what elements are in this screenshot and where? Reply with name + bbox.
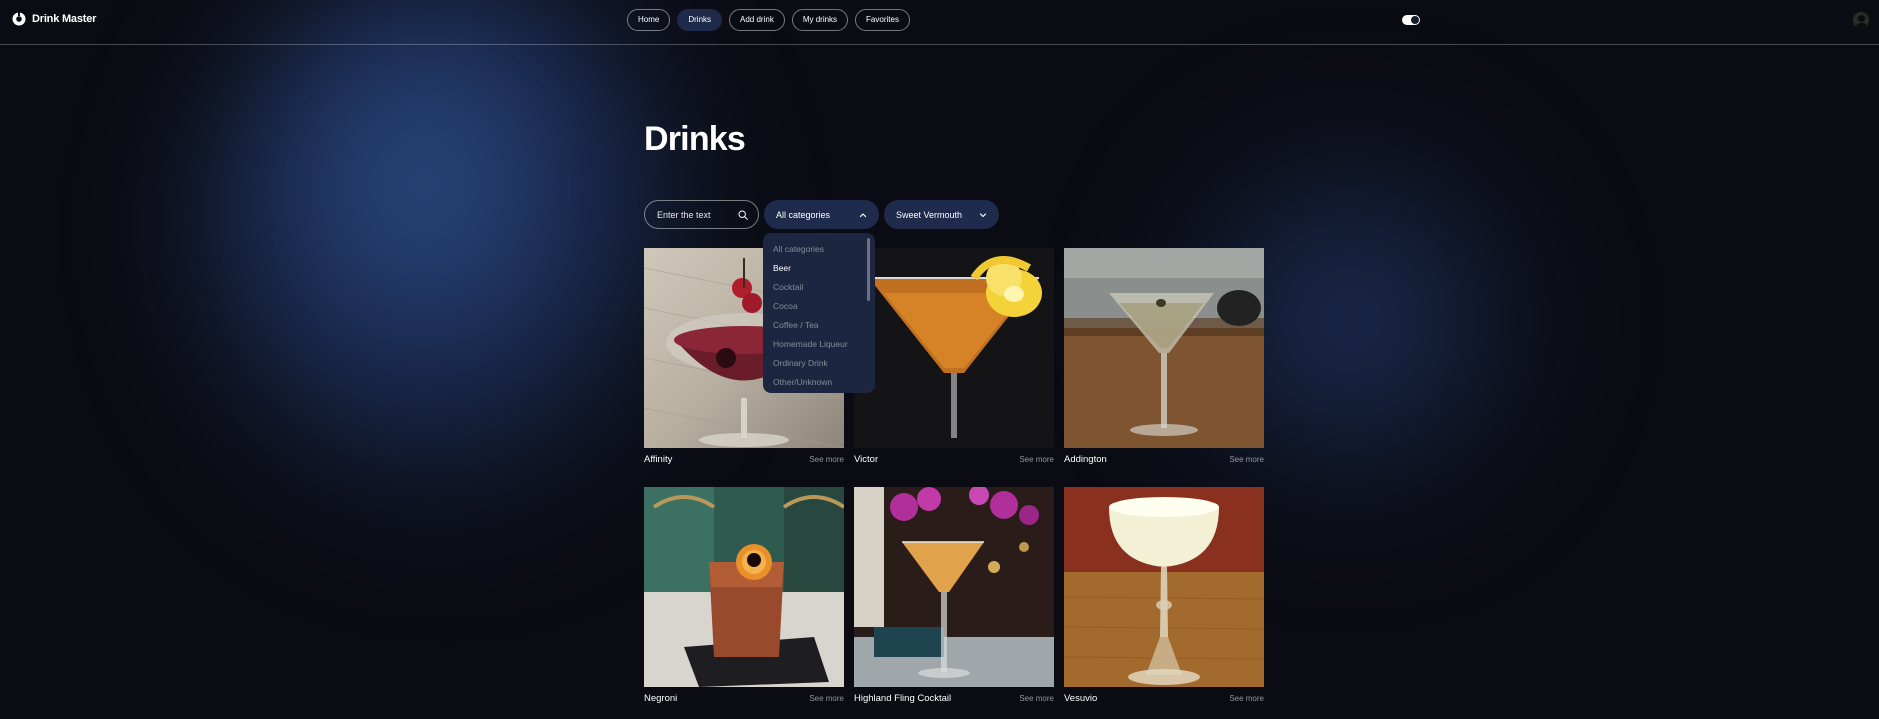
see-more-link[interactable]: See more	[1019, 455, 1054, 464]
drink-card-footer: Victor See more	[854, 448, 1054, 470]
logo[interactable]: Drink Master	[12, 12, 96, 26]
drink-name: Negroni	[644, 692, 678, 704]
drink-card-footer: Highland Fling Cocktail See more	[854, 687, 1054, 709]
drink-image[interactable]	[854, 487, 1054, 687]
main-nav: Home Drinks Add drink My drinks Favorite…	[627, 9, 910, 31]
drink-card: Highland Fling Cocktail See more	[854, 487, 1054, 709]
drink-name: Highland Fling Cocktail	[854, 692, 952, 704]
drink-name: Addington	[1064, 453, 1107, 465]
category-options: All categories Beer Cocktail Cocoa Coffe…	[773, 241, 848, 393]
category-option[interactable]: Other/Unknown	[773, 374, 848, 393]
drink-card-footer: Vesuvio See more	[1064, 687, 1264, 709]
see-more-link[interactable]: See more	[1229, 694, 1264, 703]
drink-card-footer: Negroni See more	[644, 687, 844, 709]
see-more-link[interactable]: See more	[1019, 694, 1054, 703]
theme-toggle[interactable]	[1402, 15, 1420, 25]
drink-photo-highland-fling	[854, 487, 1054, 687]
logo-text: Drink Master	[32, 13, 97, 25]
avatar-head	[1858, 15, 1865, 22]
category-select[interactable]: All categories	[764, 200, 879, 229]
nav-favorites[interactable]: Favorites	[855, 9, 910, 31]
drink-card-footer: Addington See more	[1064, 448, 1264, 470]
search-box[interactable]	[644, 200, 759, 229]
see-more-link[interactable]: See more	[809, 694, 844, 703]
category-option[interactable]: Cocktail	[773, 279, 848, 298]
drinks-grid: Affinity See more Victor See more Adding…	[644, 248, 1264, 709]
drink-name: Vesuvio	[1064, 692, 1098, 704]
nav-my-drinks[interactable]: My drinks	[791, 9, 849, 31]
background-glow-left	[190, 0, 710, 520]
drink-card-footer: Affinity See more	[644, 448, 844, 470]
top-header: Drink Master Home Drinks Add drink My dr…	[0, 0, 1879, 45]
see-more-link[interactable]: See more	[809, 455, 844, 464]
drink-card: Victor See more	[854, 248, 1054, 470]
drink-image[interactable]	[1064, 248, 1264, 448]
drink-card: Negroni See more	[644, 487, 844, 709]
category-option[interactable]: Beer	[773, 260, 848, 279]
chevron-up-icon	[859, 212, 867, 217]
drink-image[interactable]	[1064, 487, 1264, 687]
drink-photo-negroni	[644, 487, 844, 687]
logo-icon	[12, 12, 26, 26]
drink-card: Vesuvio See more	[1064, 487, 1264, 709]
nav-add-drink[interactable]: Add drink	[729, 9, 785, 31]
page-title: Drinks	[644, 120, 746, 158]
category-select-value: All categories	[776, 209, 831, 220]
drink-photo-addington	[1064, 248, 1264, 448]
drink-name: Affinity	[644, 453, 673, 465]
category-dropdown: All categories Beer Cocktail Cocoa Coffe…	[763, 233, 875, 393]
filters-bar: All categories Sweet Vermouth	[644, 200, 999, 229]
search-input[interactable]	[657, 209, 738, 220]
ingredient-select-value: Sweet Vermouth	[896, 209, 963, 220]
category-option[interactable]: Coffee / Tea	[773, 317, 848, 336]
drink-image[interactable]	[854, 248, 1054, 448]
drink-image[interactable]	[644, 487, 844, 687]
dropdown-scrollbar[interactable]	[867, 238, 870, 301]
category-option[interactable]: Homemade Liqueur	[773, 336, 848, 355]
nav-home[interactable]: Home	[627, 9, 671, 31]
ingredient-select[interactable]: Sweet Vermouth	[884, 200, 999, 229]
drink-name: Victor	[854, 453, 879, 465]
see-more-link[interactable]: See more	[1229, 455, 1264, 464]
nav-drinks[interactable]: Drinks	[677, 9, 723, 31]
chevron-down-icon	[979, 212, 987, 217]
category-option[interactable]: All categories	[773, 241, 848, 260]
avatar-body	[1855, 23, 1868, 28]
user-avatar[interactable]	[1852, 11, 1870, 29]
drink-photo-victor	[854, 248, 1054, 448]
drink-photo-vesuvio	[1064, 487, 1264, 687]
search-icon[interactable]	[738, 209, 748, 220]
theme-toggle-knob	[1411, 16, 1419, 24]
category-option[interactable]: Cocoa	[773, 298, 848, 317]
drink-card: Addington See more	[1064, 248, 1264, 470]
category-option[interactable]: Ordinary Drink	[773, 355, 848, 374]
